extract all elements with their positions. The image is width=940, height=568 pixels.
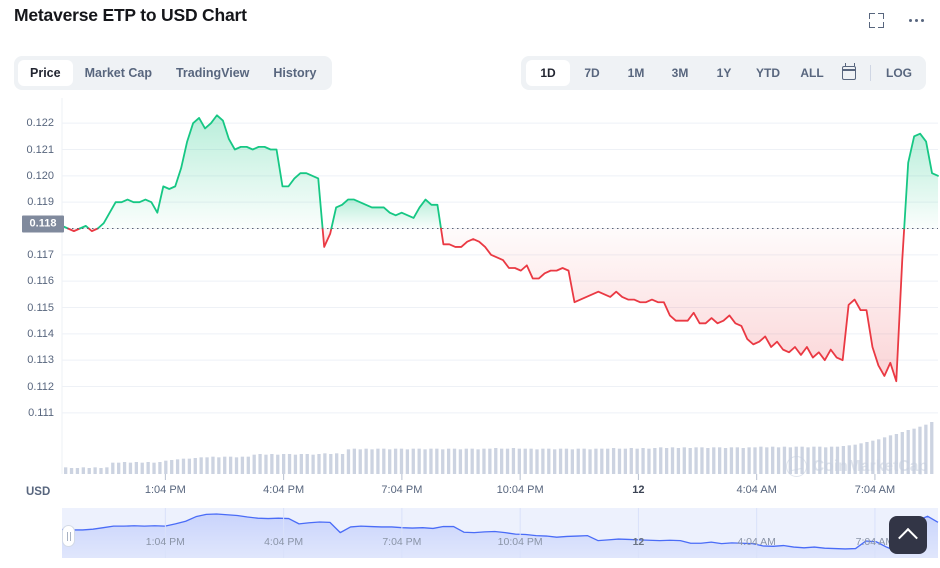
price-chart-canvas [61, 98, 939, 480]
log-scale-button[interactable]: LOG [877, 60, 921, 86]
y-axis-tick: 0.121 [26, 143, 54, 156]
navigator-x-axis-tick: 12 [632, 536, 645, 548]
y-axis-tick: 0.112 [27, 380, 54, 393]
navigator-x-axis-tick: 4:04 PM [264, 536, 304, 548]
range-1d[interactable]: 1D [526, 60, 570, 86]
controls-row: Price Market Cap TradingView History 1D … [0, 56, 940, 92]
y-axis-tick: 0.111 [28, 406, 54, 419]
fullscreen-icon[interactable] [866, 10, 886, 30]
y-axis-tick: 0.116 [27, 275, 54, 288]
more-options-icon[interactable] [906, 10, 926, 30]
chart-header: Metaverse ETP to USD Chart [0, 0, 940, 40]
x-axis-tick: 10:04 PM [496, 484, 544, 496]
range-ytd[interactable]: YTD [746, 60, 790, 86]
price-chart[interactable]: 0.122 0.121 0.120 0.119 0.118 0.117 0.116 0.115… [0, 96, 940, 506]
x-axis-tick: 7:04 AM [854, 484, 896, 496]
navigator-x-axis-tick: 1:04 PM [145, 536, 185, 548]
navigator-x-axis-tick: 10:04 PM [497, 536, 543, 548]
range-1y[interactable]: 1Y [702, 60, 746, 86]
range-1m[interactable]: 1M [614, 60, 658, 86]
range-3m[interactable]: 3M [658, 60, 702, 86]
y-axis-tick: 0.119 [27, 196, 54, 209]
navigator-x-axis-tick: 7:04 PM [382, 536, 422, 548]
chevron-up-icon [898, 527, 918, 548]
chart-navigator[interactable]: 1:04 PM 4:04 PM 7:04 PM 10:04 PM 12 4:04 AM 7:… [0, 508, 940, 564]
tab-history[interactable]: History [261, 60, 328, 86]
time-range-selector: 1D 7D 1M 3M 1Y YTD ALL LOG [521, 56, 926, 90]
navigator-canvas [61, 508, 939, 558]
tab-tradingview[interactable]: TradingView [164, 60, 261, 86]
y-axis-tick: 0.113 [27, 354, 54, 367]
divider [870, 65, 871, 81]
calendar-icon[interactable] [841, 63, 856, 80]
tab-market-cap[interactable]: Market Cap [73, 60, 164, 86]
y-axis-tick: 0.122 [26, 117, 54, 130]
scroll-to-top-button[interactable] [889, 516, 927, 554]
header-icon-group [866, 10, 926, 30]
page-title: Metaverse ETP to USD Chart [14, 5, 247, 25]
y-axis-tick: 0.117 [27, 248, 54, 261]
navigator-left-handle[interactable] [62, 525, 75, 547]
x-axis-tick: 4:04 AM [736, 484, 777, 496]
x-axis-tick: 7:04 PM [381, 484, 423, 496]
range-7d[interactable]: 7D [570, 60, 614, 86]
range-all[interactable]: ALL [790, 60, 834, 86]
y-axis-tick: 0.114 [27, 327, 54, 340]
current-price-badge: 0.118 [22, 215, 64, 232]
tab-price[interactable]: Price [18, 60, 73, 86]
y-axis-tick: 0.120 [26, 169, 54, 182]
y-axis-tick: 0.115 [27, 301, 54, 314]
navigator-x-axis-tick: 4:04 AM [737, 536, 776, 548]
x-axis-tick: 1:04 PM [144, 484, 186, 496]
x-axis-tick: 12 [632, 484, 645, 496]
currency-label: USD [26, 486, 51, 498]
x-axis-tick: 4:04 PM [263, 484, 305, 496]
y-axis: 0.122 0.121 0.120 0.119 0.118 0.117 0.116 0.115… [0, 96, 62, 496]
chart-tabs: Price Market Cap TradingView History [14, 56, 333, 90]
